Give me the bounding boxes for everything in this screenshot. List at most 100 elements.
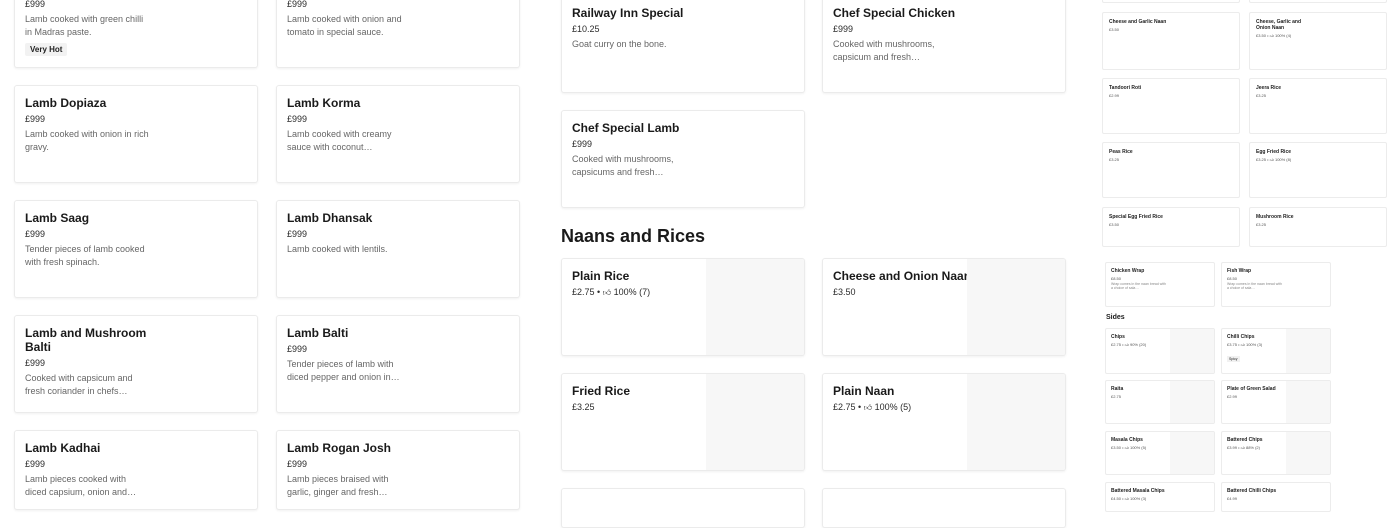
item-price: £999 [287,114,308,124]
item-price-rating: £3.50 • 👍︎ 100% (4) [1256,33,1380,38]
item-rating: 100% (7) [613,287,651,297]
menu-item-card[interactable]: Battered Chilli Chips £4.99 [1221,482,1331,512]
item-price: £3.50 [1109,27,1120,32]
item-price-rating: £4.50 • 👍︎ 100% (3) [1111,496,1209,501]
menu-item-card[interactable]: Lamb Korma £999 Lamb cooked with creamy … [276,85,520,183]
thumbs-up-icon: 👍︎ [1269,33,1274,38]
menu-item-card[interactable]: Battered Chips £3.99 • 👍︎ 88% (2) [1221,431,1331,475]
menu-item-card[interactable]: Cheese, Garlic and Onion Naan £3.50 • 👍︎… [1249,12,1387,70]
menu-item-card[interactable]: Lamb Rogan Josh £999 Lamb pieces braised… [276,430,520,510]
item-rating: 100% (5) [1129,445,1147,450]
menu-item-card[interactable]: Raita £2.75 [1105,380,1215,424]
menu-item-card[interactable]: Plain Rice £2.75 • 👍︎ 100% (7) [561,258,805,356]
menu-item-card[interactable] [822,488,1066,528]
menu-item-card[interactable]: Chef Special Lamb £999 Cooked with mushr… [561,110,805,208]
item-description: Lamb cooked with lentils. [287,244,388,254]
item-title: Railway Inn Special [572,6,684,20]
menu-item-card[interactable]: Chef Special Chicken £999 Cooked with mu… [822,0,1066,93]
item-description: Lamb pieces cooked with diced capsium, o… [25,474,137,497]
item-description: Lamb cooked with creamy sauce with cocon… [287,129,392,152]
menu-item-card[interactable]: Lamb Kadhai £999 Lamb pieces cooked with… [14,430,258,510]
item-price: £999 [833,24,854,34]
item-title: Jeera Rice [1256,85,1282,91]
menu-item-card[interactable]: £999 Lamb cooked with green chilli in Ma… [14,0,258,68]
menu-item-card[interactable]: Tandoori Roti £2.99 [1102,78,1240,134]
item-rating: 90% (20) [1129,342,1147,347]
item-price: £3.75 • [1227,342,1240,347]
menu-item-card[interactable]: £999 Lamb cooked with onion and tomato i… [276,0,520,68]
item-rating: 100% (4) [1274,33,1292,38]
item-price: £2.75 • [572,287,601,297]
section-title-naans-rices: Naans and Rices [561,226,706,246]
item-description: Lamb cooked with green chilli in Madras … [25,14,144,37]
menu-item-card[interactable]: Plate of Green Salad £2.99 [1221,380,1331,424]
menu-item-card[interactable]: Lamb Balti £999 Tender pieces of lamb wi… [276,315,520,413]
item-price: £999 [287,459,308,469]
item-description: Wrap comes in the naan bread with a choi… [1111,282,1166,290]
menu-item-card[interactable]: Chicken Wrap £8.50 Wrap comes in the naa… [1105,262,1215,307]
item-price: £3.25 [1109,157,1120,162]
item-price: £999 [25,459,46,469]
item-price: £2.75 • [833,402,862,412]
item-image-placeholder [1286,432,1330,474]
item-rating: 88% (2) [1245,445,1260,450]
item-title: Lamb Korma [287,96,361,110]
item-image-placeholder [1286,329,1330,373]
item-title: Lamb and Mushroom Balti [25,326,147,354]
menu-item-card[interactable]: Fried Rice £3.25 [561,373,805,471]
item-description: Goat curry on the bone. [572,39,667,49]
menu-item-card[interactable]: Peas Rice £3.25 [1102,142,1240,198]
thumbs-up-icon: 👍︎ [1240,445,1245,450]
item-image-placeholder [706,259,804,355]
item-title: Lamb Dopiaza [25,96,107,110]
menu-item-card[interactable]: Fish Wrap £8.50 Wrap comes in the naan b… [1221,262,1331,307]
thumbs-up-icon: 👍︎ [1240,342,1245,347]
menu-item-card[interactable]: Egg Fried Rice £3.25 • 👍︎ 100% (8) [1249,142,1387,198]
menu-item-card[interactable]: Lamb Saag £999 Tender pieces of lamb coo… [14,200,258,298]
item-title: Fish Wrap [1227,268,1252,274]
item-price: £999 [287,0,308,9]
menu-item-card[interactable]: Chips £2.75 • 👍︎ 90% (20) [1105,328,1215,374]
menu-item-card[interactable]: Jeera Rice £3.25 [1249,78,1387,134]
menu-item-card[interactable] [1249,0,1387,3]
item-price: £999 [25,358,46,368]
item-rating: 100% (8) [1274,157,1292,162]
item-rating: 100% (3) [1129,496,1147,501]
spice-badge: Very Hot [25,43,68,56]
item-image-placeholder [706,374,804,470]
item-price: £999 [25,229,46,239]
menu-item-card[interactable]: Railway Inn Special £10.25 Goat curry on… [561,0,805,93]
menu-item-card[interactable]: Masala Chips £3.50 • 👍︎ 100% (5) [1105,431,1215,475]
menu-item-card[interactable]: Lamb Dopiaza £999 Lamb cooked with onion… [14,85,258,183]
menu-item-card[interactable] [1102,0,1240,3]
item-price: £999 [572,139,593,149]
item-image-placeholder [1170,381,1214,423]
item-description: Cooked with mushrooms, capsicum and fres… [833,39,935,62]
menu-item-card[interactable]: Lamb Dhansak £999 Lamb cooked with lenti… [276,200,520,298]
menu-item-card[interactable]: Special Egg Fried Rice £3.50 [1102,207,1240,247]
item-price: £2.99 [1109,93,1120,98]
menu-item-card[interactable]: Cheese and Garlic Naan £3.50 [1102,12,1240,70]
item-price: £8.50 [1111,276,1122,281]
item-title: Chicken Wrap [1111,268,1145,274]
item-title: Peas Rice [1109,149,1133,155]
menu-item-card[interactable]: Cheese and Onion Naan £3.50 [822,258,1066,356]
item-description: Wrap comes in the naan bread with a choi… [1227,282,1282,290]
item-description: Tender pieces of lamb cooked with fresh … [25,244,145,267]
thumbs-up-icon: 👍︎ [1269,157,1274,162]
item-rating: 100% (3) [1245,342,1263,347]
item-title: Special Egg Fried Rice [1109,214,1163,220]
menu-item-card[interactable]: Battered Masala Chips £4.50 • 👍︎ 100% (3… [1105,482,1215,512]
item-price: £2.75 • [1111,342,1124,347]
menu-item-card[interactable] [561,488,805,528]
item-description: Lamb pieces braised with garlic, ginger … [287,474,389,497]
menu-item-card[interactable]: Chilli Chips £3.75 • 👍︎ 100% (3) Spicy [1221,328,1331,374]
menu-item-card[interactable]: Mushroom Rice £3.25 [1249,207,1387,247]
menu-item-card[interactable]: Lamb and Mushroom Balti £999 Cooked with… [14,315,258,413]
item-price: £999 [287,344,308,354]
item-title: Lamb Rogan Josh [287,441,392,455]
item-title: Lamb Dhansak [287,211,373,225]
menu-item-card[interactable]: Plain Naan £2.75 • 👍︎ 100% (5) [822,373,1066,471]
item-price: £999 [25,114,46,124]
item-image-placeholder [967,374,1065,470]
